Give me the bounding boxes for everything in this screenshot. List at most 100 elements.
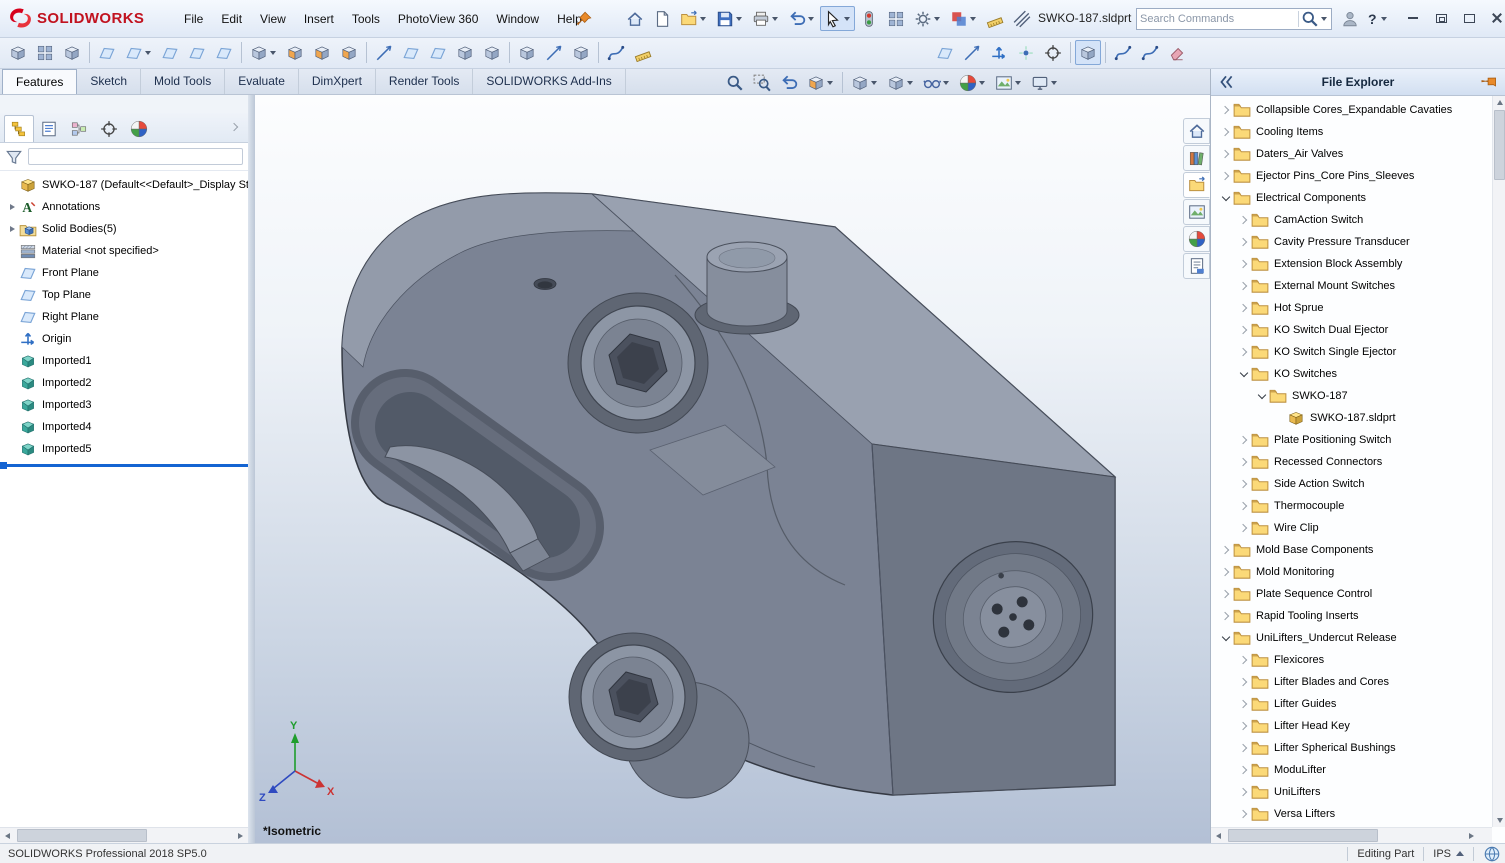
explorer-item-flexicores[interactable]: Flexicores: [1211, 649, 1492, 671]
feature-panel-hscrollbar[interactable]: [0, 827, 248, 843]
explorer-item-electrical-components[interactable]: Electrical Components: [1211, 187, 1492, 209]
explorer-chevron[interactable]: [1237, 653, 1251, 667]
explorer-item-collapsible-cores-expandable-cavaties[interactable]: Collapsible Cores_Expandable Cavaties: [1211, 99, 1492, 121]
explorer-item-mold-base-components[interactable]: Mold Base Components: [1211, 539, 1492, 561]
explorer-chevron[interactable]: [1237, 323, 1251, 337]
hex-screw-upper[interactable]: [567, 292, 709, 434]
reference-axis-button[interactable]: [959, 40, 985, 65]
explorer-item-camaction-switch[interactable]: CamAction Switch: [1211, 209, 1492, 231]
explorer-chevron[interactable]: [1237, 235, 1251, 249]
helix-button[interactable]: [1137, 40, 1163, 65]
filter-input[interactable]: [28, 148, 243, 165]
explorer-chevron[interactable]: [1219, 631, 1233, 645]
section-view-button[interactable]: [803, 71, 838, 94]
edit-color-button[interactable]: [946, 6, 981, 31]
view-orientation-button[interactable]: [847, 71, 882, 94]
panel-tab-propertymanager[interactable]: [34, 115, 64, 142]
explorer-chevron[interactable]: [1237, 257, 1251, 271]
explorer-chevron[interactable]: [1237, 675, 1251, 689]
explorer-item-thermocouple[interactable]: Thermocouple: [1211, 495, 1492, 517]
menu-edit[interactable]: Edit: [212, 7, 251, 31]
rollback-bar[interactable]: [0, 462, 248, 469]
view-orientation-button[interactable]: [1075, 40, 1101, 65]
options-button[interactable]: [910, 6, 945, 31]
feature-tree-item[interactable]: Origin: [0, 328, 248, 350]
reference-point-button[interactable]: [1013, 40, 1039, 65]
reference-plane-button[interactable]: [932, 40, 958, 65]
explorer-chevron[interactable]: [1237, 807, 1251, 821]
vent-button[interactable]: [32, 40, 58, 65]
menu-insert[interactable]: Insert: [295, 7, 343, 31]
task-pane-tab-design-library[interactable]: [1183, 145, 1210, 171]
explorer-chevron[interactable]: [1237, 455, 1251, 469]
feature-tree-root[interactable]: SWKO-187 (Default<<Default>_Display St: [0, 174, 248, 196]
explorer-chevron[interactable]: [1219, 543, 1233, 557]
menu-tools[interactable]: Tools: [343, 7, 389, 31]
task-pane-tab-custom-properties[interactable]: [1183, 253, 1210, 279]
explorer-item-cooling-items[interactable]: Cooling Items: [1211, 121, 1492, 143]
feature-tree-item[interactable]: Right Plane: [0, 306, 248, 328]
explorer-item-recessed-connectors[interactable]: Recessed Connectors: [1211, 451, 1492, 473]
explorer-chevron[interactable]: [1237, 345, 1251, 359]
panel-tab-displaymanager[interactable]: [124, 115, 154, 142]
file-explorer-hscrollbar[interactable]: [1211, 827, 1492, 843]
explorer-chevron[interactable]: [1237, 697, 1251, 711]
display-style-button[interactable]: [883, 71, 918, 94]
explorer-item-ko-switch-dual-ejector[interactable]: KO Switch Dual Ejector: [1211, 319, 1492, 341]
collapse-task-pane-button[interactable]: [1217, 73, 1235, 91]
home-button[interactable]: [622, 6, 648, 31]
parting-line-analysis-button[interactable]: [336, 40, 362, 65]
explorer-item-unilifters[interactable]: UniLifters: [1211, 781, 1492, 803]
search-icon[interactable]: [1301, 10, 1319, 28]
undo-button[interactable]: [784, 6, 819, 31]
view-settings-button[interactable]: [1027, 71, 1062, 94]
explorer-item-lifter-guides[interactable]: Lifter Guides: [1211, 693, 1492, 715]
parting-surfaces-button[interactable]: [425, 40, 451, 65]
task-pane-tab-appearances[interactable]: [1183, 226, 1210, 252]
filled-surface-button[interactable]: [211, 40, 237, 65]
save-button[interactable]: [712, 6, 747, 31]
explorer-item-cavity-pressure-transducer[interactable]: Cavity Pressure Transducer: [1211, 231, 1492, 253]
menu-file[interactable]: File: [175, 7, 212, 31]
explorer-item-ejector-pins-core-pins-sleeves[interactable]: Ejector Pins_Core Pins_Sleeves: [1211, 165, 1492, 187]
explorer-item-plate-sequence-control[interactable]: Plate Sequence Control: [1211, 583, 1492, 605]
split-button[interactable]: [514, 40, 540, 65]
offset-surface-button[interactable]: [121, 40, 156, 65]
explorer-chevron[interactable]: [1237, 367, 1251, 381]
close-button[interactable]: [1486, 7, 1505, 29]
scale-button[interactable]: [568, 40, 594, 65]
feature-tree-item[interactable]: Imported3: [0, 394, 248, 416]
explorer-chevron[interactable]: [1237, 763, 1251, 777]
hide-show-items-button[interactable]: [919, 71, 954, 94]
explorer-chevron[interactable]: [1255, 389, 1269, 403]
select-button[interactable]: [820, 6, 855, 31]
window-layout-button[interactable]: [883, 6, 909, 31]
feature-tree-item[interactable]: A Annotations: [0, 196, 248, 218]
panel-tab-configurationmanager[interactable]: [64, 115, 94, 142]
ruled-surface-button[interactable]: [157, 40, 183, 65]
measure-button[interactable]: [982, 6, 1008, 31]
spline-button[interactable]: [603, 40, 629, 65]
explorer-item-wire-clip[interactable]: Wire Clip: [1211, 517, 1492, 539]
tab-mold-tools[interactable]: Mold Tools: [141, 69, 226, 94]
search-caret[interactable]: [1320, 17, 1328, 21]
open-document-button[interactable]: [676, 6, 711, 31]
explorer-chevron[interactable]: [1219, 191, 1233, 205]
web-status-icon[interactable]: [1483, 845, 1501, 863]
mass-properties-button[interactable]: [1009, 6, 1035, 31]
explorer-item-rapid-tooling-inserts[interactable]: Rapid Tooling Inserts: [1211, 605, 1492, 627]
panel-tab-dimxpertmanager[interactable]: [94, 115, 124, 142]
explorer-chevron[interactable]: [1237, 521, 1251, 535]
parting-lines-button[interactable]: [371, 40, 397, 65]
measure-button[interactable]: [630, 40, 656, 65]
explorer-item-side-action-switch[interactable]: Side Action Switch: [1211, 473, 1492, 495]
tab-evaluate[interactable]: Evaluate: [225, 69, 299, 94]
edit-appearance-button[interactable]: [955, 71, 990, 94]
rebuild-button[interactable]: [856, 6, 882, 31]
draft-button[interactable]: [246, 40, 281, 65]
scroll-down-button[interactable]: [1493, 814, 1505, 827]
explorer-chevron[interactable]: [1219, 147, 1233, 161]
units-label[interactable]: IPS: [1433, 848, 1451, 860]
menu-pin-icon[interactable]: [575, 10, 593, 28]
filter-icon[interactable]: [5, 148, 23, 166]
